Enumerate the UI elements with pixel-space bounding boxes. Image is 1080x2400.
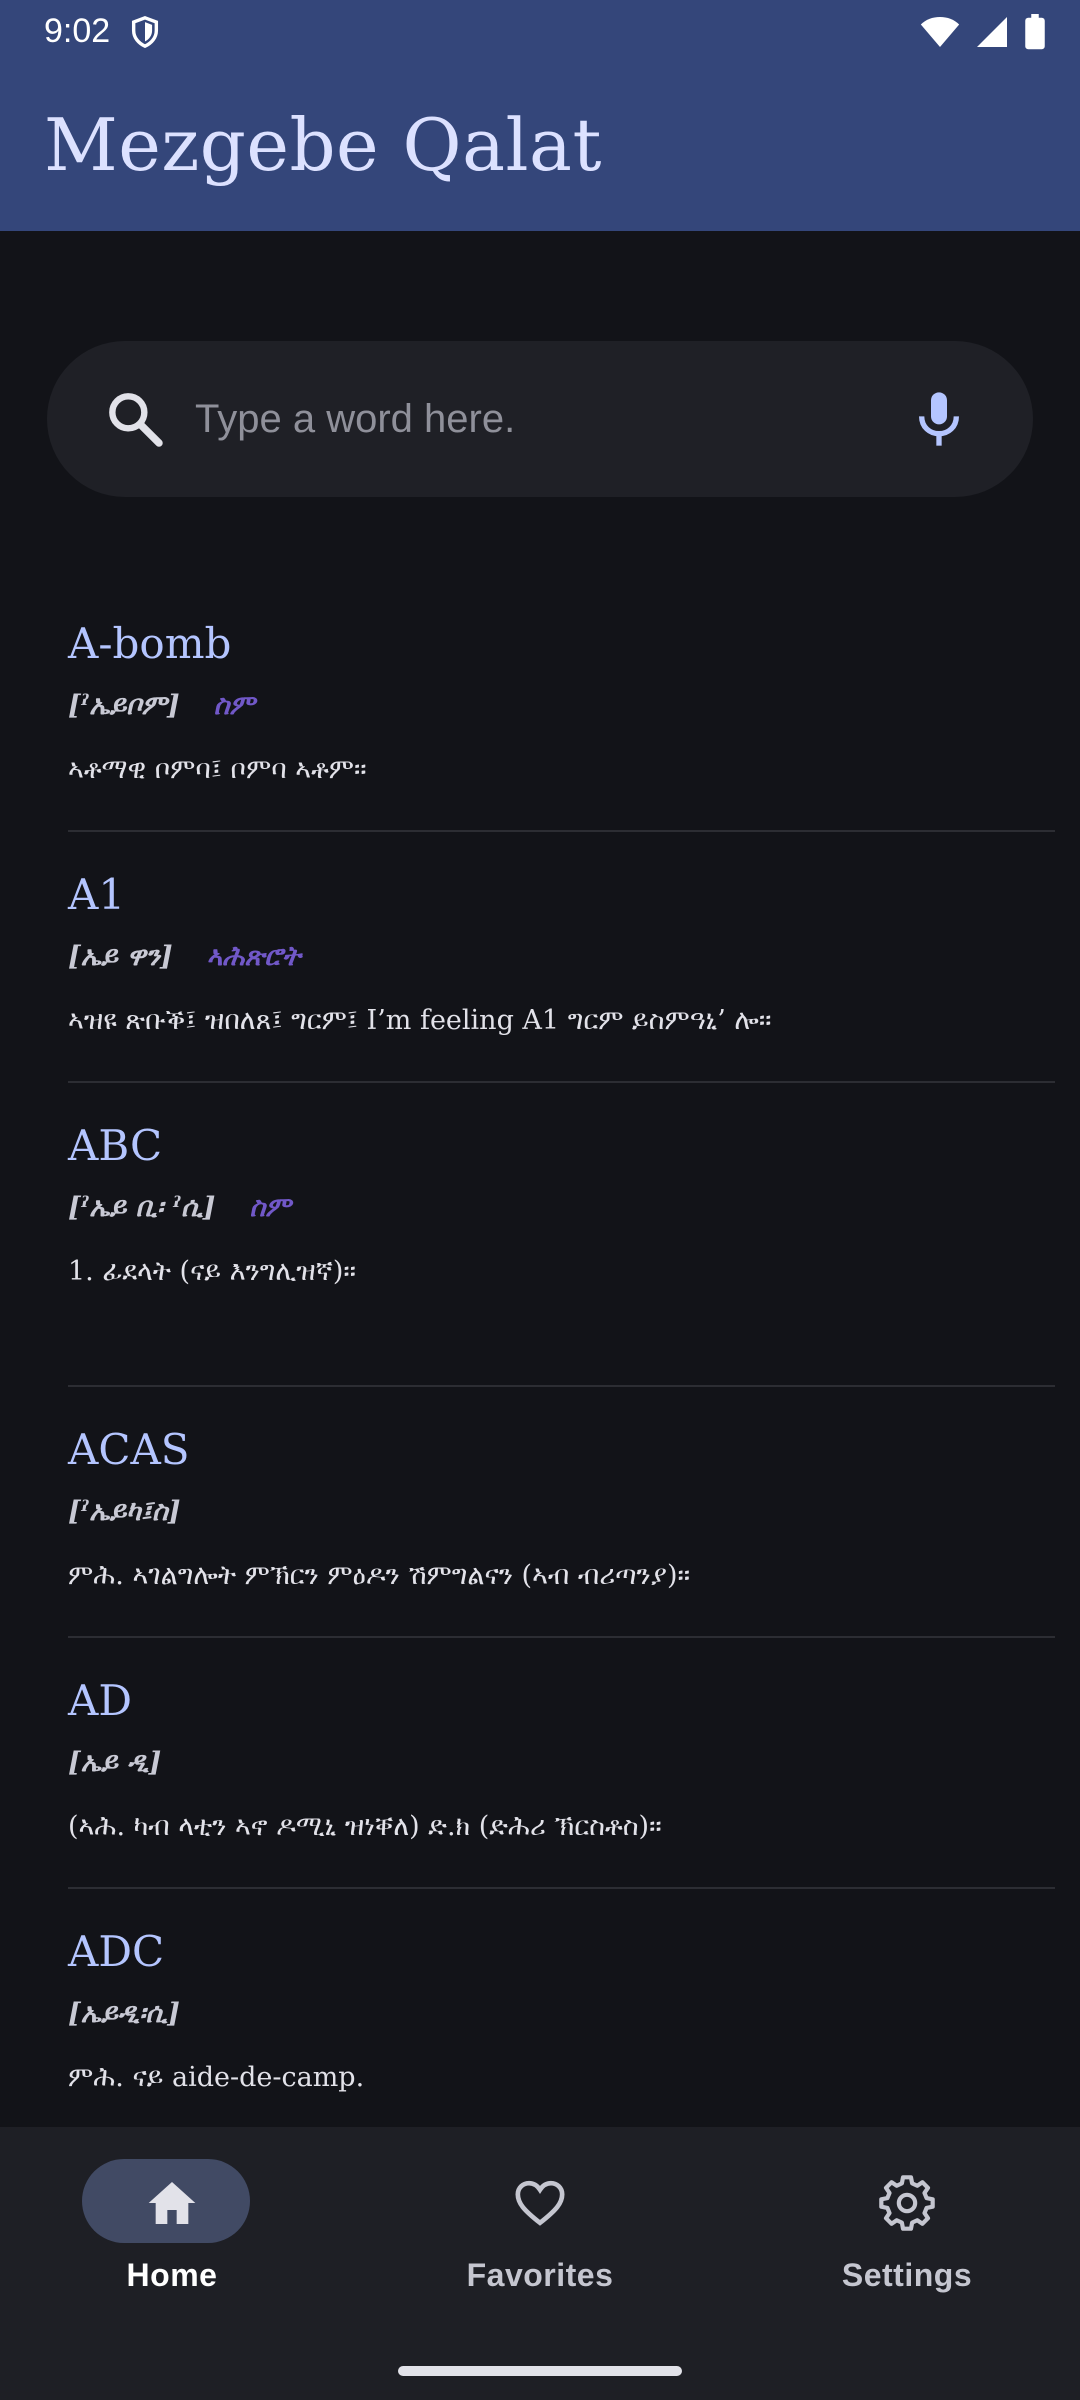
- search-bar[interactable]: [47, 341, 1033, 497]
- home-icon: [148, 2182, 196, 2224]
- mic-icon[interactable]: [907, 387, 971, 451]
- pronunciation-text: [ኤይዲ፡ሲ]: [68, 1998, 180, 2029]
- search-icon: [109, 393, 163, 447]
- entry-word: A-bomb: [68, 619, 232, 668]
- nav-settings[interactable]: Settings: [757, 2159, 1057, 2319]
- list-item[interactable]: ACAS [ˀኤይካ፤ስ] ምሕ. ኣገልግሎት ምኽርን ምዕዶን ሽምግልና…: [68, 1387, 1055, 1638]
- gesture-handle[interactable]: [398, 2366, 682, 2376]
- pronunciation-text: [ˀኤይካ፤ስ]: [68, 1496, 181, 1527]
- entry-definition: ምሕ. ናይ aide-de-camp.: [68, 2062, 365, 2093]
- entry-definition: 1. ፊደላት (ናይ እንግሊዝኛ)።: [68, 1256, 357, 1287]
- entry-word: ADC: [68, 1927, 165, 1976]
- bottom-navigation: Home Favorites Settings: [0, 2127, 1080, 2400]
- nav-home[interactable]: Home: [22, 2159, 322, 2319]
- wifi-icon: [920, 17, 960, 47]
- gear-icon: [879, 2175, 935, 2231]
- nav-label: Favorites: [466, 2257, 614, 2293]
- entry-word: AD: [68, 1676, 133, 1725]
- entry-word: A1: [68, 870, 126, 919]
- nav-label: Home: [126, 2257, 218, 2293]
- shield-icon: [131, 16, 159, 49]
- battery-icon: [1025, 14, 1045, 50]
- list-item[interactable]: ADC [ኤይዲ፡ሲ] ምሕ. ናይ aide-de-camp.: [68, 1889, 1055, 2129]
- entry-definition: (ኣሕ. ካብ ላቲን ኣኖ ዶሚኒ ዝነቐለ) ድ.ክ (ድሕሪ ኽርስቶስ)…: [68, 1811, 662, 1842]
- pronunciation-text: [ኤይ ዲ]: [68, 1747, 162, 1778]
- search-input[interactable]: [195, 379, 895, 459]
- nav-label: Settings: [841, 2257, 973, 2293]
- status-icons: [920, 12, 1046, 52]
- list-item[interactable]: ABC [ˀኤይ ቢ፡ ˀሲ] ስም 1. ፊደላት (ናይ እንግሊዝኛ)።: [68, 1083, 1055, 1387]
- entry-pronunciation: [ˀኤይ ቢ፡ ˀሲ] ስም: [68, 1188, 291, 1228]
- entry-part-of-speech: ስም: [213, 690, 255, 721]
- word-list: A-bomb [ˀኤይቦም] ስም ኣቶማዊ ቦምባ፤ ቦምባ ኣቶም። A1 […: [68, 600, 1055, 2129]
- entry-definition: ኣዝዩ ጽቡቕ፤ ዝበለጸ፤ ግርም፤ I’m feeling A1 ግርም ይ…: [68, 1005, 772, 1036]
- entry-pronunciation: [ˀኤይካ፤ስ]: [68, 1492, 181, 1532]
- entry-part-of-speech: ስም: [249, 1192, 291, 1223]
- entry-pronunciation: [ኤይዲ፡ሲ]: [68, 1994, 180, 2034]
- app-title: Mezgebe Qalat: [44, 103, 602, 187]
- entry-definition: ምሕ. ኣገልግሎት ምኽርን ምዕዶን ሽምግልናን (ኣብ ብሪጣንያ)።: [68, 1560, 691, 1591]
- pronunciation-text: [ˀኤይ ቢ፡ ˀሲ]: [68, 1192, 216, 1223]
- pronunciation-text: [ኤይ ዋን]: [68, 941, 173, 972]
- entry-definition: ኣቶማዊ ቦምባ፤ ቦምባ ኣቶም።: [68, 754, 367, 785]
- entry-part-of-speech: ኣሕጽሮት: [206, 941, 301, 972]
- entry-pronunciation: [ˀኤይቦም] ስም: [68, 686, 255, 726]
- list-item[interactable]: A-bomb [ˀኤይቦም] ስም ኣቶማዊ ቦምባ፤ ቦምባ ኣቶም።: [68, 600, 1055, 832]
- nav-favorites[interactable]: Favorites: [390, 2159, 690, 2319]
- heart-icon: [515, 2180, 565, 2226]
- list-item[interactable]: A1 [ኤይ ዋን] ኣሕጽሮት ኣዝዩ ጽቡቕ፤ ዝበለጸ፤ ግርም፤ I’m …: [68, 832, 1055, 1083]
- status-time: 9:02: [44, 12, 111, 50]
- app-bar: 9:02 Mezgebe Qalat: [0, 0, 1080, 231]
- list-item[interactable]: AD [ኤይ ዲ] (ኣሕ. ካብ ላቲን ኣኖ ዶሚኒ ዝነቐለ) ድ.ክ (…: [68, 1638, 1055, 1889]
- entry-word: ABC: [68, 1121, 163, 1170]
- entry-word: ACAS: [68, 1425, 190, 1474]
- entry-pronunciation: [ኤይ ዲ]: [68, 1743, 161, 1783]
- pronunciation-text: [ˀኤይቦም]: [68, 690, 180, 721]
- signal-icon: [977, 17, 1007, 47]
- screen: 9:02 Mezgebe Qalat Type a word here. A-b…: [0, 0, 1080, 2400]
- entry-pronunciation: [ኤይ ዋን] ኣሕጽሮት: [68, 937, 300, 977]
